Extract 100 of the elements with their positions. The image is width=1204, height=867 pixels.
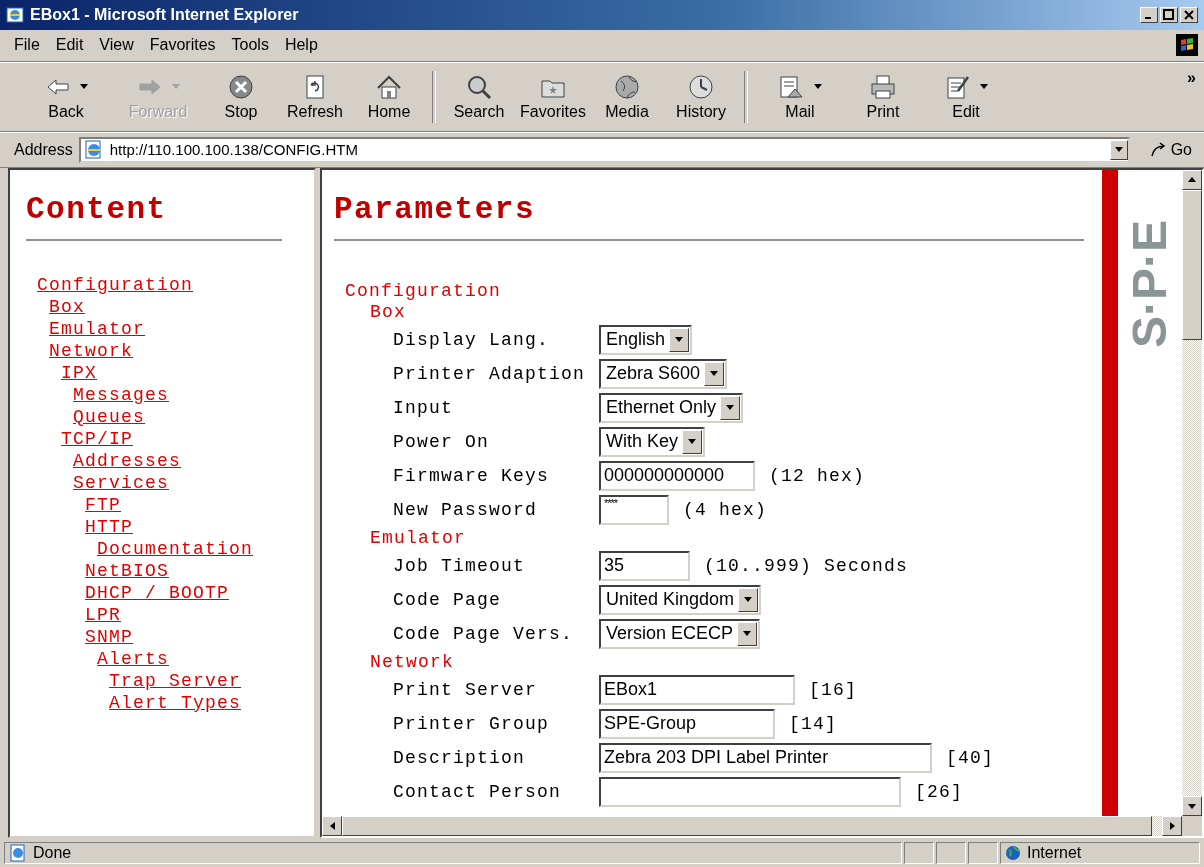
dropdown-arrow-icon[interactable] — [726, 405, 735, 411]
toolbar-button[interactable]: Search — [442, 70, 516, 123]
tree-link[interactable]: Addresses — [73, 450, 182, 471]
field-label: Printer Group — [393, 713, 551, 734]
dropdown-arrow-icon[interactable] — [675, 337, 684, 343]
dropdown-field[interactable]: English — [599, 324, 693, 355]
group-heading: Network — [370, 650, 454, 673]
status-pane — [936, 841, 966, 864]
dropdown-arrow-icon[interactable] — [744, 597, 753, 603]
tree-link[interactable]: Configuration — [37, 274, 194, 295]
text-field[interactable]: Zebra 203 DPI Label Printer — [599, 742, 932, 773]
tree-link[interactable]: Documentation — [97, 538, 254, 559]
page-icon — [83, 139, 104, 160]
go-arrow-icon — [1149, 141, 1168, 158]
toolbar-button[interactable]: History — [664, 70, 738, 123]
window-title: EBox1 - Microsoft Internet Explorer — [30, 5, 300, 24]
tree-link[interactable]: Emulator — [49, 318, 145, 339]
tree-link[interactable]: IPX — [61, 362, 97, 383]
maximize-button[interactable] — [1160, 6, 1178, 23]
tree-link[interactable]: TCP/IP — [61, 428, 133, 449]
field-hint: (4 hex) — [683, 499, 767, 520]
tree-link[interactable]: LPR — [85, 604, 121, 625]
page-title: Parameters — [334, 191, 536, 227]
page-icon — [9, 843, 27, 862]
field-label: Code Page — [393, 589, 503, 610]
field-label: Input — [393, 397, 454, 418]
text-field[interactable] — [599, 776, 901, 807]
clock-icon — [687, 72, 715, 101]
tree-link[interactable]: Network — [49, 340, 133, 361]
toolbar-button[interactable]: Edit — [920, 70, 1012, 123]
text-field[interactable]: SPE-Group — [599, 708, 775, 739]
dropdown-arrow-icon[interactable] — [1114, 147, 1123, 153]
dropdown-field[interactable]: Zebra S600 — [599, 358, 728, 389]
menu-item[interactable]: View — [91, 33, 142, 58]
field-label: Power On — [393, 431, 490, 452]
field-hint: (12 hex) — [769, 465, 865, 486]
menu-item[interactable]: Favorites — [141, 33, 224, 58]
text-field[interactable]: 35 — [599, 550, 690, 581]
menu-item[interactable]: File — [6, 33, 48, 58]
status-pane — [968, 841, 998, 864]
vertical-scrollbar[interactable] — [1182, 169, 1202, 817]
tree-link[interactable]: FTP — [85, 494, 121, 515]
scroll-right-icon[interactable] — [1169, 822, 1175, 831]
caret-icon[interactable] — [80, 84, 88, 90]
toolbar-button[interactable]: Mail — [754, 70, 846, 123]
tree-link[interactable]: Alert Types — [109, 692, 242, 713]
tree-link[interactable]: Messages — [73, 384, 169, 405]
menu-item[interactable]: Tools — [223, 33, 277, 58]
field-label: Description — [393, 747, 527, 768]
toolbar-button[interactable]: Home — [352, 70, 426, 123]
tree-link[interactable]: SNMP — [85, 626, 133, 647]
text-field[interactable]: EBox1 — [599, 674, 795, 705]
field-label: Firmware Keys — [393, 465, 551, 486]
overflow-button[interactable]: » — [1185, 68, 1198, 87]
sidebar-title: Content — [26, 191, 167, 227]
text-field[interactable]: 000000000000 — [599, 460, 755, 491]
close-button[interactable] — [1180, 6, 1198, 23]
password-field[interactable]: **** — [599, 494, 669, 525]
toolbar-button[interactable]: Favorites — [516, 70, 590, 123]
field-hint: [40] — [946, 747, 994, 768]
dropdown-field[interactable]: Version ECECP — [599, 618, 761, 649]
tree-link[interactable]: Queues — [73, 406, 145, 427]
windows-flag-icon — [1176, 34, 1198, 57]
toolbar-button[interactable]: Stop — [204, 70, 278, 123]
dropdown-arrow-icon[interactable] — [710, 371, 719, 377]
go-button[interactable]: Go — [1143, 139, 1198, 160]
scroll-left-icon[interactable] — [329, 822, 335, 831]
globe-icon — [613, 72, 641, 101]
menu-item[interactable]: Help — [276, 33, 326, 58]
tree-link[interactable]: NetBIOS — [85, 560, 169, 581]
menu-item[interactable]: Edit — [47, 33, 92, 58]
tree-link[interactable]: Trap Server — [109, 670, 242, 691]
tree-link[interactable]: Box — [49, 296, 85, 317]
tree-link[interactable]: DHCP / BOOTP — [85, 582, 230, 603]
dropdown-field[interactable]: Ethernet Only — [599, 392, 744, 423]
dropdown-field[interactable]: United Kingdom — [599, 584, 762, 615]
tree-link[interactable]: HTTP — [85, 516, 133, 537]
zone-text: Internet — [1027, 843, 1082, 862]
toolbar-button[interactable]: Refresh — [278, 70, 352, 123]
address-field[interactable]: http://110.100.100.138/CONFIG.HTM — [78, 136, 1130, 163]
scroll-down-icon[interactable] — [1188, 803, 1196, 809]
minimize-button[interactable] — [1140, 6, 1158, 23]
stop-icon — [227, 72, 255, 101]
dropdown-field[interactable]: With Key — [599, 426, 706, 457]
toolbar-button[interactable]: Back — [20, 70, 112, 123]
caret-icon[interactable] — [814, 84, 822, 90]
scroll-up-icon[interactable] — [1188, 177, 1196, 183]
tree-link[interactable]: Services — [73, 472, 169, 493]
toolbar-button[interactable]: Print — [846, 70, 920, 123]
tree-link[interactable]: Alerts — [97, 648, 169, 669]
dropdown-arrow-icon[interactable] — [688, 439, 697, 445]
field-label: Job Timeout — [393, 555, 527, 576]
logo-text: S·P·E — [1122, 219, 1177, 348]
browser-icon — [6, 5, 24, 24]
group-heading: Emulator — [370, 526, 466, 549]
scroll-thumb[interactable] — [1182, 189, 1202, 340]
toolbar-button[interactable]: Media — [590, 70, 664, 123]
dropdown-arrow-icon[interactable] — [743, 631, 752, 637]
globe-icon — [1005, 844, 1021, 861]
caret-icon[interactable] — [980, 84, 988, 90]
